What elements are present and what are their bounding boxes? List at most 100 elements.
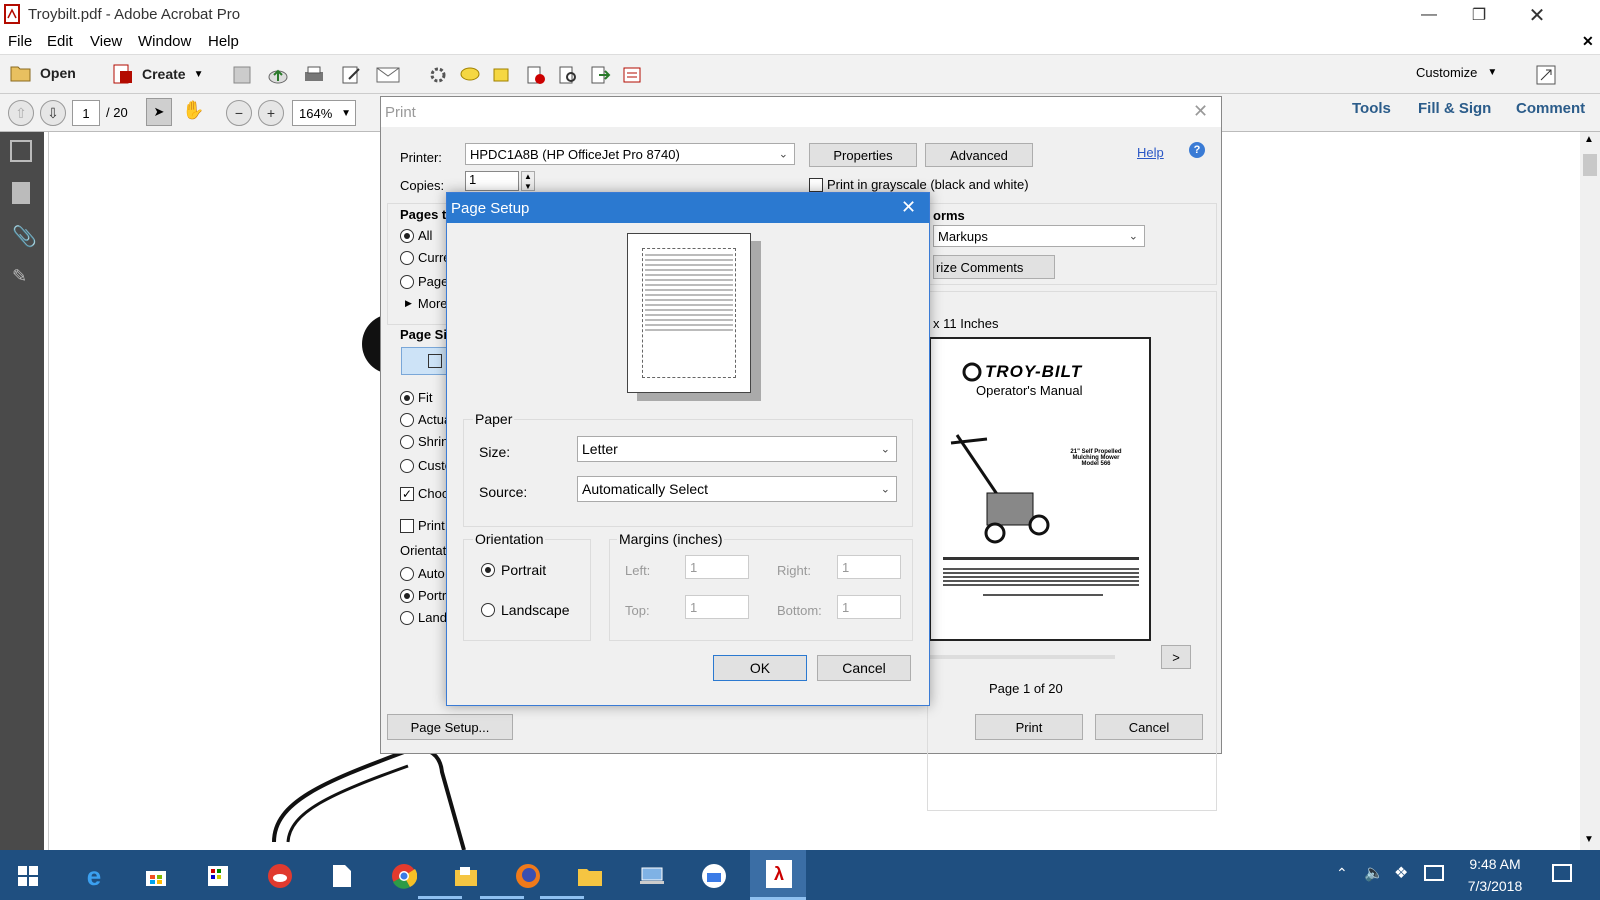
notifications-icon[interactable] [1552, 864, 1572, 882]
network-computer-icon[interactable] [634, 858, 670, 894]
select-tool-icon[interactable]: ➤ [146, 98, 172, 126]
radio-all[interactable]: All [400, 228, 432, 243]
zoom-in-button[interactable]: + [258, 100, 284, 126]
close-button[interactable]: ✕ [1514, 0, 1560, 30]
radio-custom-scale[interactable]: Custo [400, 458, 452, 473]
print-icon[interactable] [302, 63, 326, 87]
menu-file[interactable]: File [8, 33, 32, 50]
page-setup-cancel-button[interactable]: Cancel [817, 655, 911, 681]
top-margin-input[interactable]: 1 [685, 595, 749, 619]
edge-browser-icon[interactable]: e [76, 858, 112, 894]
creative-cloud-icon[interactable] [262, 858, 298, 894]
clock[interactable]: 9:48 AM 7/3/2018 [1460, 856, 1530, 894]
form-icon[interactable] [620, 63, 644, 87]
print-on-both-sides-checkbox[interactable]: Print [400, 518, 445, 533]
customize-dropdown[interactable]: Customize ▼ [1416, 65, 1497, 80]
open-button[interactable]: Open [10, 63, 76, 83]
document-icon[interactable] [324, 858, 360, 894]
restore-button[interactable]: ❐ [1456, 0, 1502, 30]
portrait-radio[interactable]: Portrait [481, 562, 546, 578]
hand-tool-icon[interactable]: ✋ [182, 100, 204, 121]
scroll-thumb[interactable] [1583, 154, 1597, 176]
summarize-comments-button[interactable]: rize Comments [933, 255, 1055, 279]
thunderbird-icon[interactable] [696, 858, 732, 894]
scroll-down-icon[interactable]: ▼ [1584, 834, 1594, 845]
folder-icon[interactable] [572, 858, 608, 894]
next-preview-button[interactable]: > [1161, 645, 1191, 669]
paper-source-select[interactable]: Automatically Select ⌄ [577, 476, 897, 502]
page-number-input[interactable]: 1 [72, 100, 100, 126]
page-setup-close-icon[interactable]: ✕ [901, 197, 916, 218]
remove-icon[interactable] [524, 63, 548, 87]
export-icon[interactable] [588, 63, 612, 87]
radio-auto-orientation[interactable]: Auto [400, 566, 445, 581]
radio-fit[interactable]: Fit [400, 390, 432, 405]
minimize-button[interactable]: — [1406, 0, 1452, 30]
firefox-icon[interactable] [510, 858, 546, 894]
help-link[interactable]: Help [1137, 145, 1164, 160]
choose-paper-checkbox[interactable]: ✓ Choo [400, 486, 449, 501]
print-close-icon[interactable]: ✕ [1193, 101, 1208, 122]
volume-icon[interactable]: 🔈 [1364, 863, 1384, 883]
dropbox-icon[interactable]: ❖ [1394, 863, 1408, 883]
page-setup-button[interactable]: Page Setup... [387, 714, 513, 740]
highlight-icon[interactable] [490, 63, 514, 87]
taskbar-acrobat-active[interactable]: λ [750, 850, 806, 900]
more-options-toggle[interactable]: ▶ More [405, 296, 448, 311]
left-margin-input[interactable]: 1 [685, 555, 749, 579]
file-explorer-icon[interactable] [448, 858, 484, 894]
copies-input[interactable]: 1 [465, 171, 519, 191]
page-thumbnails-icon[interactable] [10, 140, 32, 162]
create-button[interactable]: Create ▼ [112, 63, 204, 85]
menu-edit[interactable]: Edit [47, 33, 73, 50]
zoom-select[interactable]: 164% ▼ [292, 100, 356, 126]
search-document-icon[interactable] [556, 63, 580, 87]
radio-shrink[interactable]: Shrin [400, 434, 448, 449]
size-button[interactable] [401, 347, 447, 375]
help-icon[interactable]: ? [1189, 142, 1205, 158]
tab-tools[interactable]: Tools [1352, 100, 1391, 117]
chrome-icon[interactable] [386, 858, 422, 894]
close-document-icon[interactable]: ✕ [1582, 33, 1594, 50]
windows-start-icon[interactable] [10, 858, 46, 894]
next-page-button[interactable]: ⇩ [40, 100, 66, 126]
store-icon[interactable] [138, 858, 174, 894]
tab-comment[interactable]: Comment [1516, 100, 1585, 117]
previous-page-button[interactable]: ⇧ [8, 100, 34, 126]
network-icon[interactable] [1424, 865, 1444, 881]
upload-cloud-icon[interactable] [266, 63, 290, 87]
menu-window[interactable]: Window [138, 33, 191, 50]
ok-button[interactable]: OK [713, 655, 807, 681]
printer-select[interactable]: HPDC1A8B (HP OfficeJet Pro 8740) ⌄ [465, 143, 795, 165]
grayscale-checkbox[interactable]: Print in grayscale (black and white) [809, 177, 1029, 192]
paper-size-select[interactable]: Letter ⌄ [577, 436, 897, 462]
settings-gear-icon[interactable] [426, 63, 450, 87]
signature-icon[interactable]: ✎ [12, 266, 27, 287]
right-margin-input[interactable]: 1 [837, 555, 901, 579]
comment-icon[interactable] [458, 63, 482, 87]
calculator-icon[interactable] [200, 858, 236, 894]
menu-view[interactable]: View [90, 33, 122, 50]
fullscreen-icon[interactable] [1534, 63, 1558, 87]
radio-current[interactable]: Curre [400, 250, 451, 265]
tab-fill-sign[interactable]: Fill & Sign [1418, 100, 1491, 117]
attachment-icon[interactable]: 📎 [12, 224, 37, 249]
menu-help[interactable]: Help [208, 33, 239, 50]
vertical-scrollbar[interactable]: ▲ ▼ [1580, 132, 1600, 850]
print-button[interactable]: Print [975, 714, 1083, 740]
zoom-out-button[interactable]: − [226, 100, 252, 126]
properties-button[interactable]: Properties [809, 143, 917, 167]
landscape-radio[interactable]: Landscape [481, 602, 570, 618]
bottom-margin-input[interactable]: 1 [837, 595, 901, 619]
edit-document-icon[interactable] [340, 63, 364, 87]
save-icon[interactable] [230, 63, 254, 87]
bookmarks-icon[interactable] [12, 182, 30, 204]
advanced-button[interactable]: Advanced [925, 143, 1033, 167]
copies-spinner[interactable]: ▲ ▼ [521, 171, 535, 191]
chevron-up-icon[interactable]: ⌃ [1336, 865, 1348, 882]
radio-actual-size[interactable]: Actua [400, 412, 451, 427]
comments-forms-select[interactable]: Markups ⌄ [933, 225, 1145, 247]
email-icon[interactable] [376, 63, 400, 87]
preview-slider[interactable] [929, 655, 1115, 659]
scroll-up-icon[interactable]: ▲ [1584, 134, 1594, 145]
